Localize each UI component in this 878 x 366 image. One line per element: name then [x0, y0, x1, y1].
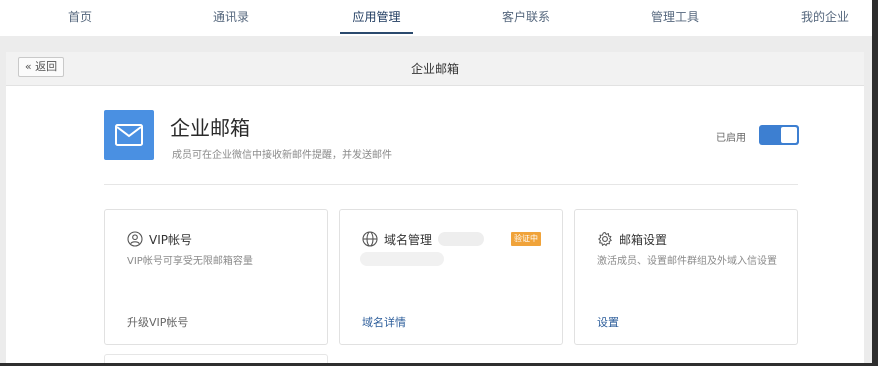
- enable-toggle[interactable]: [759, 125, 799, 145]
- app-detail-panel: 企业邮箱 « 返回 企业邮箱 成员可在企业微信中接收新邮件提醒，并发送邮件 已启…: [6, 52, 864, 366]
- page-title: 企业邮箱: [410, 62, 459, 76]
- nav-app-management[interactable]: 应用管理: [340, 0, 413, 36]
- upgrade-vip-link[interactable]: 升级VIP帐号: [127, 314, 188, 330]
- window-edge: [872, 0, 878, 366]
- app-description: 成员可在企业微信中接收新邮件提醒，并发送邮件: [172, 150, 392, 161]
- top-nav: 首页 通讯录 应用管理 客户联系 管理工具 我的企业: [0, 0, 872, 36]
- vip-account-card: VIP帐号 VIP帐号可享受无限邮箱容量 升级VIP帐号: [104, 209, 328, 345]
- mail-icon: [104, 110, 154, 160]
- domain-card-header: 域名管理: [362, 230, 432, 248]
- vip-card-description: VIP帐号可享受无限邮箱容量: [127, 256, 253, 267]
- blurred-domain-tag: [438, 232, 484, 246]
- divider: [104, 184, 798, 185]
- status-label: 已启用: [716, 133, 746, 144]
- blurred-domain-name: [360, 252, 444, 266]
- globe-icon: [362, 231, 378, 247]
- status-badge: 验证中: [511, 232, 541, 246]
- app-name: 企业邮箱: [170, 116, 250, 140]
- settings-card-header: 邮箱设置: [597, 230, 667, 248]
- gear-icon: [597, 231, 613, 247]
- nav-home[interactable]: 首页: [60, 0, 100, 36]
- toggle-knob: [781, 127, 797, 143]
- nav-contacts[interactable]: 通讯录: [205, 0, 257, 36]
- domain-details-link[interactable]: 域名详情: [362, 314, 406, 330]
- settings-card-description: 激活成员、设置邮件群组及外域入信设置: [597, 256, 777, 267]
- mailbox-settings-card: 邮箱设置 激活成员、设置邮件群组及外域入信设置 设置: [574, 209, 798, 345]
- domain-card-title: 域名管理: [384, 232, 433, 247]
- vip-card-header: VIP帐号: [127, 230, 192, 248]
- vip-card-title: VIP帐号: [149, 232, 192, 247]
- nav-customer-contact[interactable]: 客户联系: [496, 0, 556, 36]
- nav-my-company[interactable]: 我的企业: [795, 0, 855, 36]
- settings-link[interactable]: 设置: [597, 314, 619, 330]
- settings-card-title: 邮箱设置: [619, 232, 668, 247]
- nav-admin-tools[interactable]: 管理工具: [645, 0, 705, 36]
- back-button[interactable]: « 返回: [18, 57, 64, 77]
- panel-header: 企业邮箱 « 返回: [6, 52, 864, 86]
- domain-management-card: 域名管理 验证中 域名详情: [339, 209, 563, 345]
- app-window: 首页 通讯录 应用管理 客户联系 管理工具 我的企业 企业邮箱 « 返回 企业邮…: [0, 0, 878, 366]
- user-circle-icon: [127, 231, 143, 247]
